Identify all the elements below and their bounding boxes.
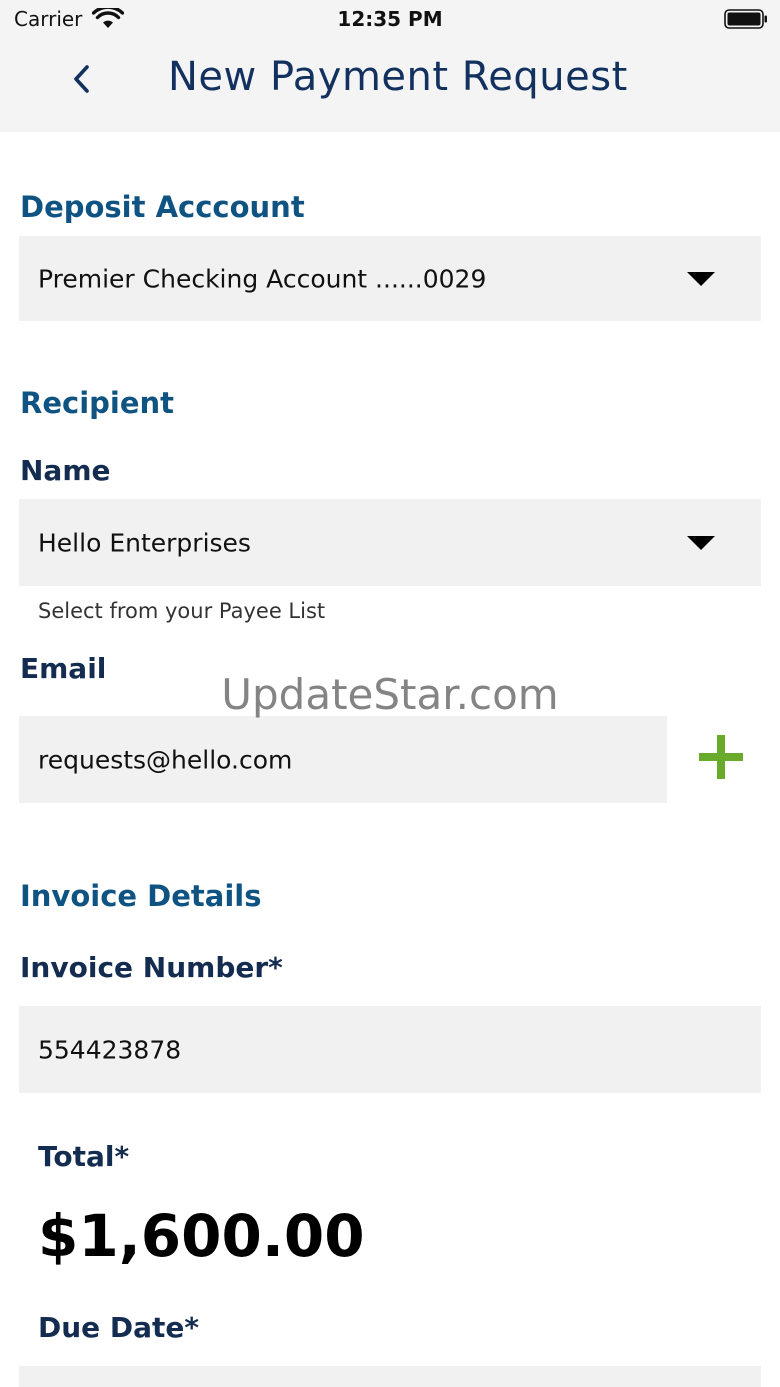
page-title: New Payment Request — [168, 54, 628, 100]
total-amount[interactable]: $1,600.00 — [38, 1202, 365, 1270]
add-email-button[interactable] — [696, 732, 746, 782]
chevron-left-icon — [74, 65, 89, 93]
due-date-label: Due Date* — [38, 1311, 200, 1344]
payment-request-screen: Carrier 12:35 PM New Payment Request Dep… — [0, 0, 780, 1387]
email-field[interactable]: requests@hello.com — [19, 716, 667, 803]
invoice-details-heading: Invoice Details — [20, 879, 262, 913]
deposit-account-value: Premier Checking Account ......0029 — [38, 264, 487, 293]
caret-down-icon[interactable] — [687, 535, 715, 550]
navigation-bar: New Payment Request — [0, 40, 780, 132]
watermark: UpdateStar.com — [221, 670, 559, 719]
deposit-account-select[interactable]: Premier Checking Account ......0029 — [19, 236, 761, 321]
email-value: requests@hello.com — [38, 745, 293, 774]
total-label: Total* — [38, 1140, 130, 1173]
back-button[interactable] — [58, 54, 106, 104]
clock: 12:35 PM — [337, 7, 443, 31]
payee-list-helper: Select from your Payee List — [38, 599, 326, 623]
recipient-heading: Recipient — [20, 386, 175, 420]
invoice-number-value: 554423878 — [38, 1035, 182, 1064]
invoice-number-field[interactable]: 554423878 — [19, 1006, 761, 1093]
status-bar: Carrier 12:35 PM — [0, 0, 780, 40]
recipient-name-value: Hello Enterprises — [38, 528, 251, 557]
invoice-number-label: Invoice Number* — [20, 951, 283, 984]
name-label: Name — [20, 454, 111, 487]
due-date-field[interactable] — [19, 1366, 761, 1387]
battery-full-icon — [724, 9, 767, 29]
recipient-name-select[interactable]: Hello Enterprises — [19, 499, 761, 586]
caret-down-icon[interactable] — [687, 271, 715, 286]
deposit-account-heading: Deposit Acccount — [20, 190, 305, 224]
